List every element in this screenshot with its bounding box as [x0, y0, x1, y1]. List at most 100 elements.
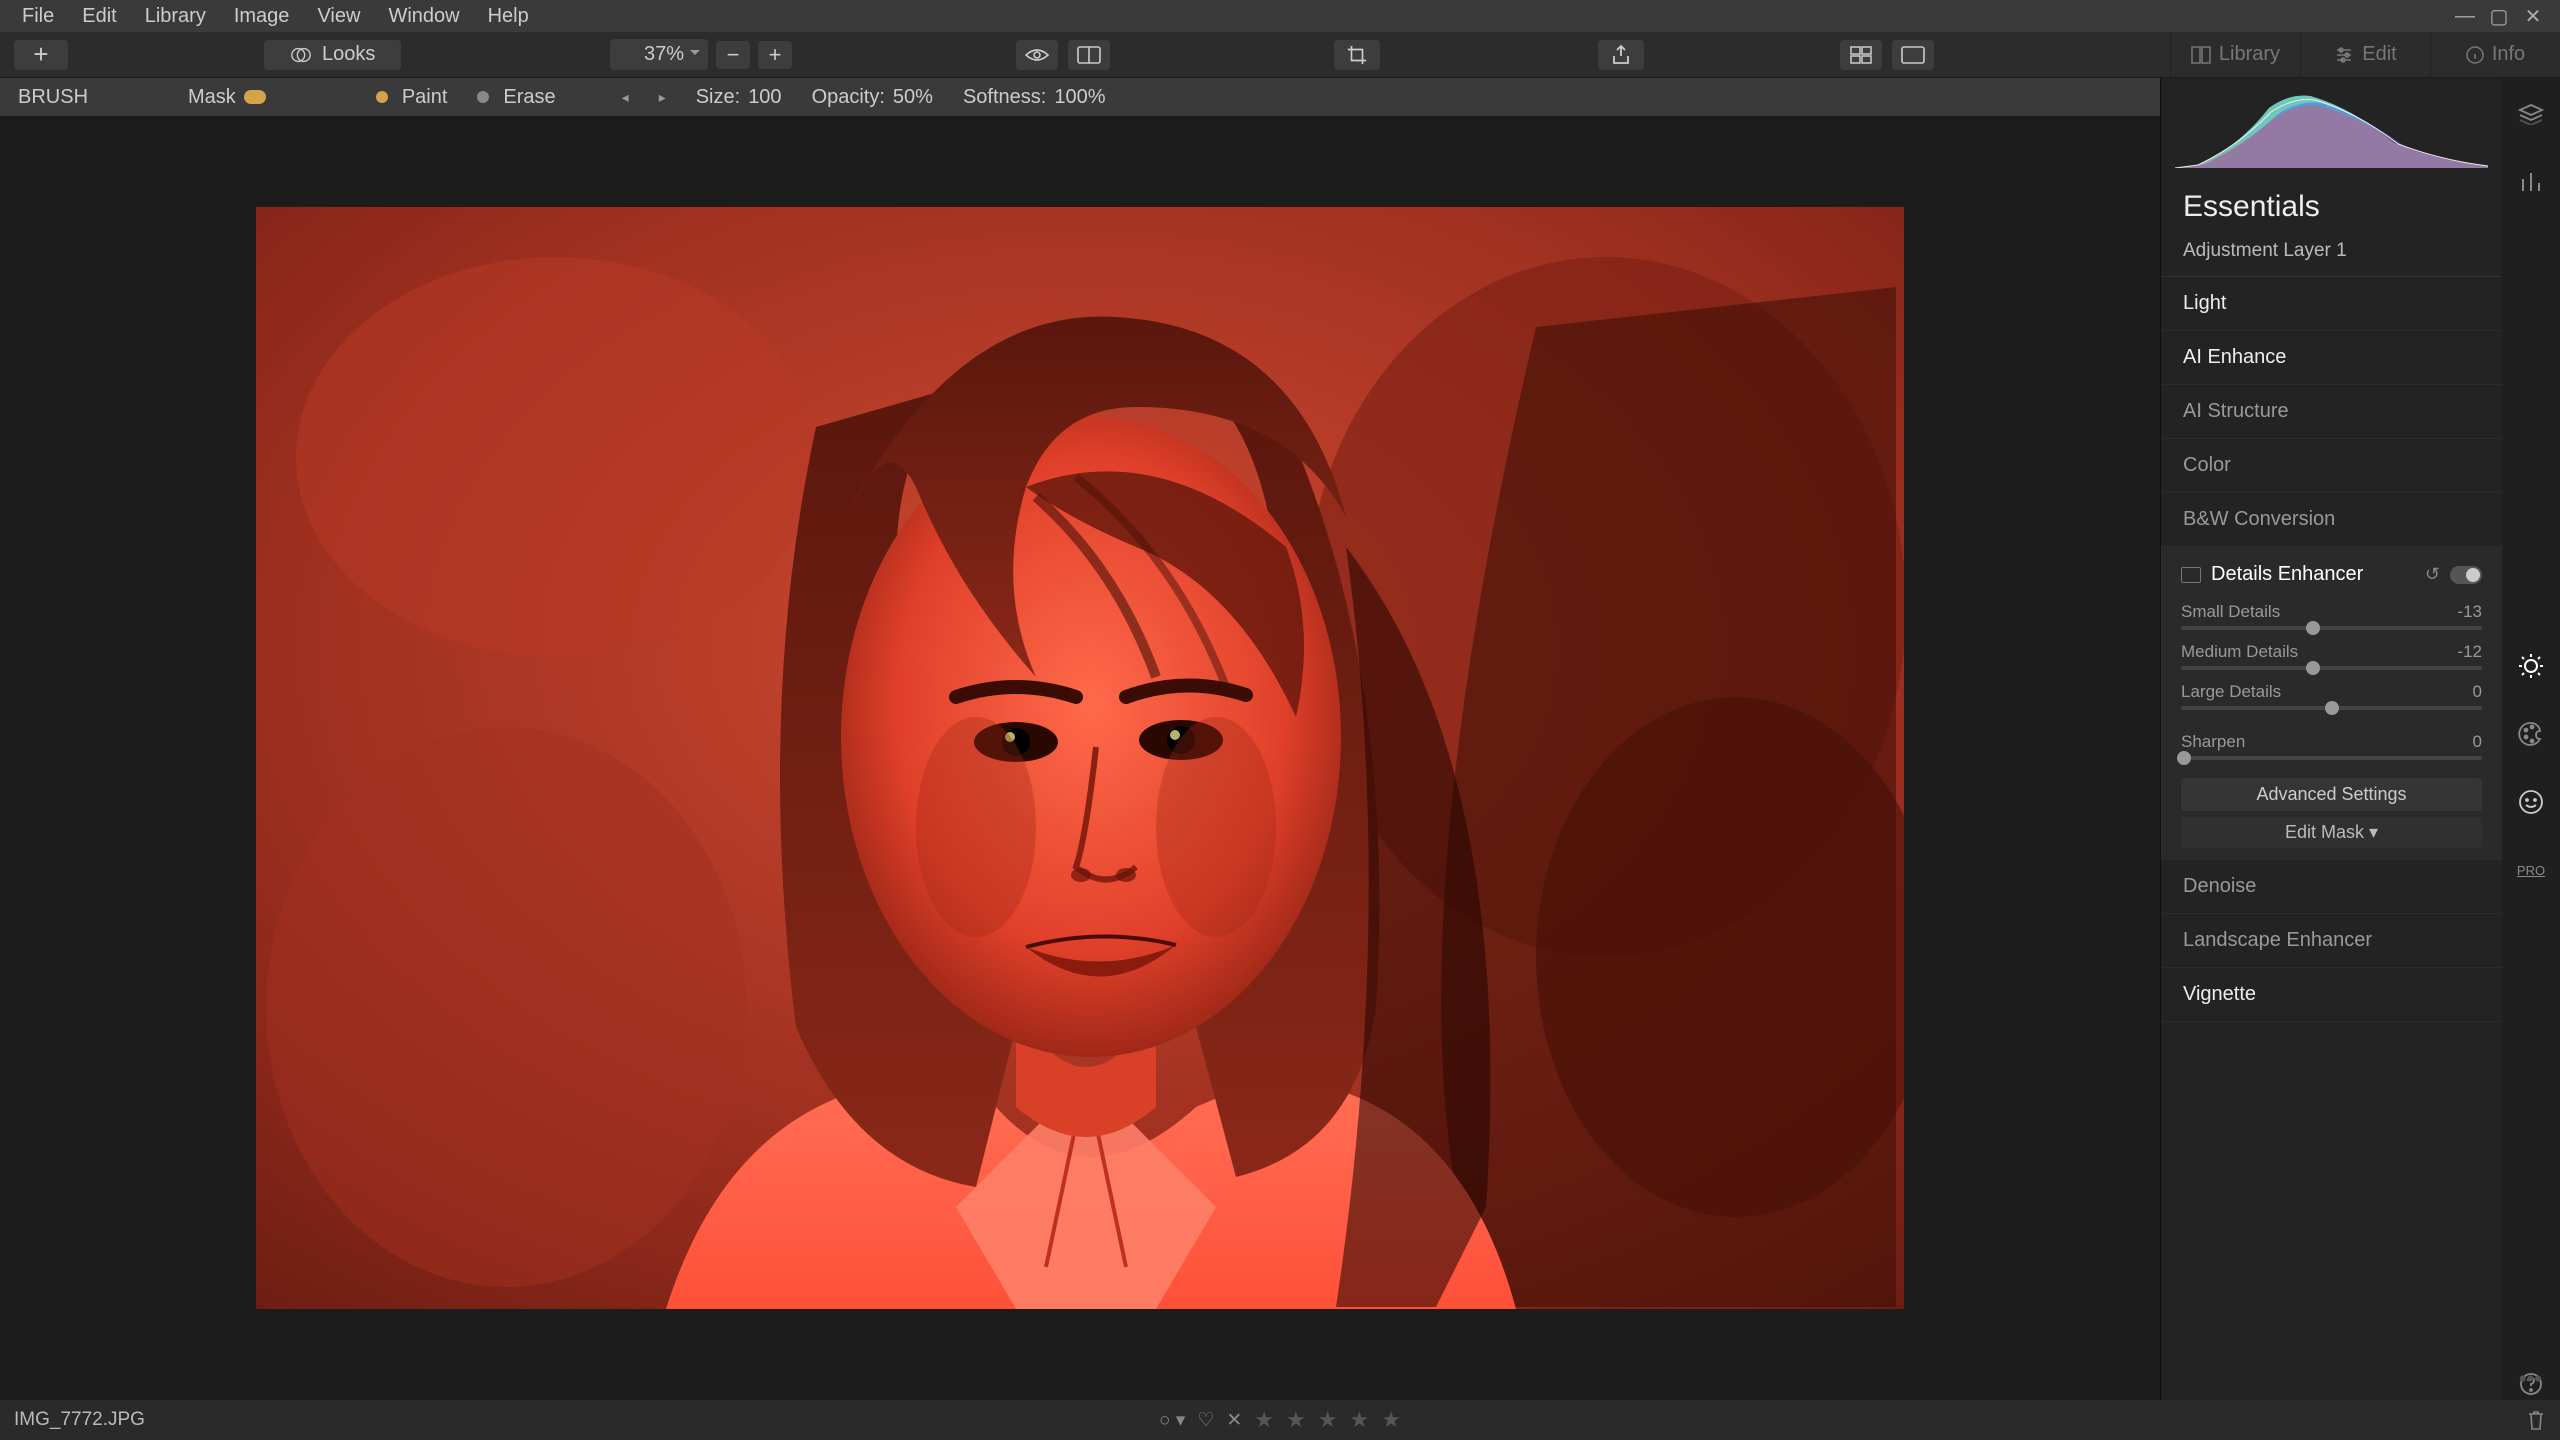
delete-button[interactable] — [2526, 1409, 2546, 1431]
paint-radio-icon — [376, 91, 388, 103]
large-details-slider[interactable] — [2181, 706, 2482, 710]
mask-visibility-toggle[interactable] — [244, 90, 266, 104]
zoom-in-button[interactable]: + — [758, 41, 792, 69]
softness-value[interactable]: 100% — [1054, 86, 1105, 109]
essentials-tab-icon[interactable] — [2515, 650, 2547, 682]
menu-view[interactable]: View — [303, 5, 374, 28]
small-details-slider[interactable] — [2181, 626, 2482, 630]
color-tag-picker[interactable]: ○ ▾ — [1159, 1409, 1185, 1432]
single-view-button[interactable] — [1892, 40, 1934, 70]
edit-mask-button[interactable]: Edit Mask ▾ — [2181, 817, 2482, 848]
tool-color[interactable]: Color — [2161, 439, 2502, 493]
rating-star-1[interactable]: ★ — [1254, 1407, 1274, 1433]
size-value[interactable]: 100 — [748, 86, 781, 109]
pro-tab-icon[interactable]: PRO — [2515, 854, 2547, 886]
menu-edit[interactable]: Edit — [68, 5, 130, 28]
rating-star-2[interactable]: ★ — [1286, 1407, 1306, 1433]
filename-label: IMG_7772.JPG — [14, 1409, 145, 1431]
adjustment-layer-label[interactable]: Adjustment Layer 1 — [2161, 232, 2502, 277]
brush-size-decrease[interactable]: ◂ — [622, 89, 629, 106]
details-enhancer-panel: Details Enhancer ↺ Small Details -13 Med… — [2161, 547, 2502, 860]
tool-ai-structure[interactable]: AI Structure — [2161, 385, 2502, 439]
small-details-value[interactable]: -13 — [2457, 602, 2482, 622]
zoom-out-button[interactable]: − — [716, 41, 750, 69]
menu-window[interactable]: Window — [374, 5, 473, 28]
details-reset-icon[interactable]: ↺ — [2425, 564, 2440, 585]
creative-tab-icon[interactable] — [2515, 718, 2547, 750]
sharpen-value[interactable]: 0 — [2473, 732, 2482, 752]
layers-panel-icon[interactable] — [2515, 98, 2547, 130]
zoom-dropdown[interactable]: 37% — [610, 39, 708, 70]
menu-help[interactable]: Help — [474, 5, 543, 28]
erase-mode-radio[interactable]: Erase — [477, 86, 555, 109]
large-details-label: Large Details — [2181, 682, 2281, 702]
rating-star-5[interactable]: ★ — [1381, 1407, 1401, 1433]
brush-size-increase[interactable]: ▸ — [659, 89, 666, 106]
sharpen-label: Sharpen — [2181, 732, 2245, 752]
main-toolbar: + Looks 37% − + Library — [0, 32, 2560, 78]
looks-icon — [290, 44, 312, 66]
window-maximize-button[interactable]: ▢ — [2488, 5, 2510, 27]
tool-bw[interactable]: B&W Conversion — [2161, 493, 2502, 547]
size-label: Size: — [696, 86, 740, 109]
mask-label: Mask — [188, 86, 236, 109]
erase-radio-icon — [477, 91, 489, 103]
panel-icon-strip: PRO — [2502, 78, 2560, 1400]
erase-label: Erase — [503, 86, 555, 109]
mode-tab-info-label: Info — [2492, 43, 2525, 66]
small-details-label: Small Details — [2181, 602, 2280, 622]
details-mask-thumb-icon[interactable] — [2181, 567, 2201, 583]
crop-button[interactable] — [1334, 40, 1380, 70]
export-button[interactable] — [1598, 40, 1644, 70]
softness-label: Softness: — [963, 86, 1046, 109]
advanced-settings-button[interactable]: Advanced Settings — [2181, 778, 2482, 811]
menu-bar: File Edit Library Image View Window Help… — [0, 0, 2560, 32]
window-minimize-button[interactable]: — — [2454, 5, 2476, 27]
portrait-tab-icon[interactable] — [2515, 786, 2547, 818]
details-visibility-toggle[interactable] — [2450, 566, 2482, 584]
brush-title: BRUSH — [18, 86, 88, 109]
histogram[interactable] — [2161, 78, 2502, 176]
mode-tab-library[interactable]: Library — [2170, 32, 2300, 78]
grid-view-button[interactable] — [1840, 40, 1882, 70]
opacity-value[interactable]: 50% — [893, 86, 933, 109]
tool-vignette[interactable]: Vignette — [2161, 968, 2502, 1022]
medium-details-label: Medium Details — [2181, 642, 2298, 662]
mode-tab-edit-label: Edit — [2362, 43, 2396, 66]
add-button[interactable]: + — [14, 40, 68, 70]
status-bar: IMG_7772.JPG ○ ▾ ♡ ✕ ★ ★ ★ ★ ★ — [0, 1400, 2560, 1440]
tool-landscape[interactable]: Landscape Enhancer — [2161, 914, 2502, 968]
sharpen-slider[interactable] — [2181, 756, 2482, 760]
right-panel: Essentials Adjustment Layer 1 Light AI E… — [2160, 78, 2502, 1400]
looks-label: Looks — [322, 43, 375, 66]
opacity-label: Opacity: — [812, 86, 885, 109]
compare-button[interactable] — [1068, 40, 1110, 70]
menu-library[interactable]: Library — [131, 5, 220, 28]
menu-file[interactable]: File — [8, 5, 68, 28]
tool-light[interactable]: Light — [2161, 277, 2502, 331]
medium-details-value[interactable]: -12 — [2457, 642, 2482, 662]
favorite-toggle[interactable]: ♡ — [1197, 1409, 1214, 1432]
photo-canvas[interactable] — [256, 207, 1904, 1309]
paint-label: Paint — [402, 86, 448, 109]
paint-mode-radio[interactable]: Paint — [376, 86, 448, 109]
tool-denoise[interactable]: Denoise — [2161, 860, 2502, 914]
histogram-panel-icon[interactable] — [2515, 166, 2547, 198]
rating-star-4[interactable]: ★ — [1350, 1407, 1370, 1433]
window-close-button[interactable]: ✕ — [2522, 5, 2544, 27]
medium-details-slider[interactable] — [2181, 666, 2482, 670]
panel-title: Essentials — [2161, 176, 2502, 232]
mode-tab-library-label: Library — [2219, 43, 2280, 66]
more-options-icon[interactable]: ••• — [2519, 1366, 2542, 1392]
reject-button[interactable]: ✕ — [1226, 1409, 1242, 1432]
canvas-area[interactable] — [0, 116, 2160, 1400]
tool-ai-enhance[interactable]: AI Enhance — [2161, 331, 2502, 385]
mode-tab-info[interactable]: Info — [2430, 32, 2560, 78]
details-enhancer-title[interactable]: Details Enhancer — [2211, 563, 2415, 586]
menu-image[interactable]: Image — [220, 5, 304, 28]
mode-tab-edit[interactable]: Edit — [2300, 32, 2430, 78]
large-details-value[interactable]: 0 — [2473, 682, 2482, 702]
looks-button[interactable]: Looks — [264, 40, 401, 70]
preview-toggle-button[interactable] — [1016, 40, 1058, 70]
rating-star-3[interactable]: ★ — [1318, 1407, 1338, 1433]
